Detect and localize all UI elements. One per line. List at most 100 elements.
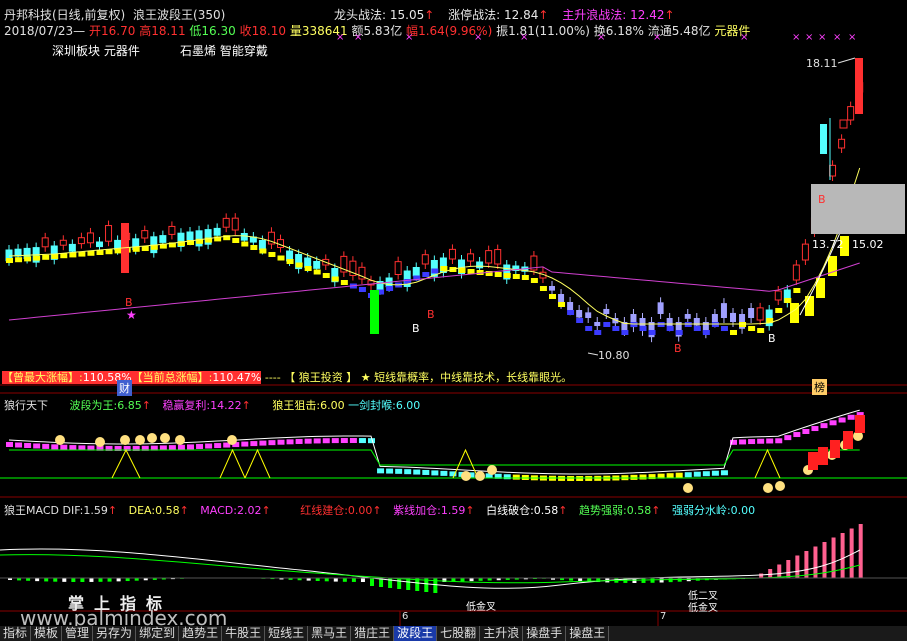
trend-block bbox=[585, 326, 593, 331]
signal-x-mark: × bbox=[805, 32, 813, 43]
candle-body bbox=[186, 231, 194, 241]
money-bag-icon bbox=[475, 471, 485, 481]
trend-block bbox=[440, 266, 448, 271]
high-marker: 18.11 bbox=[806, 57, 838, 70]
tab-12[interactable]: 主升浪 bbox=[480, 626, 524, 641]
tab-6[interactable]: 牛股王 bbox=[222, 626, 266, 641]
mid-triangle bbox=[754, 448, 781, 479]
candle-body bbox=[603, 308, 610, 314]
box-right-value: 15.02 bbox=[852, 238, 884, 251]
candle-body bbox=[240, 233, 248, 241]
tab-7[interactable]: 短线王 bbox=[265, 626, 309, 641]
mid-block bbox=[187, 444, 194, 450]
money-bag-icon bbox=[227, 435, 237, 445]
macd-bar bbox=[406, 578, 411, 590]
tab-4[interactable]: 绑定到 bbox=[136, 626, 180, 641]
mid-block bbox=[739, 439, 747, 445]
strong-label: 强弱分水岭: bbox=[671, 504, 731, 517]
trend-block bbox=[512, 274, 520, 279]
candle-body bbox=[847, 106, 855, 121]
money-bag-icon bbox=[95, 437, 105, 447]
tab-11[interactable]: 七股翻 bbox=[437, 626, 481, 641]
red-label: 红线建仓: bbox=[300, 504, 348, 517]
trend-block bbox=[730, 330, 737, 335]
mid-block bbox=[205, 443, 213, 449]
mid-block bbox=[395, 468, 403, 474]
candle-body bbox=[693, 318, 700, 326]
mid-block bbox=[820, 423, 828, 429]
candle-body bbox=[86, 232, 94, 244]
trend-block bbox=[87, 250, 95, 256]
candle-body bbox=[820, 124, 827, 154]
candle-body bbox=[756, 307, 764, 321]
trend-block bbox=[558, 302, 566, 307]
banner-cur-label: 【当前总涨幅】: bbox=[131, 371, 213, 384]
candle-body bbox=[549, 286, 555, 291]
s3-value: 6.00 bbox=[320, 399, 345, 412]
month-label-6: 6 bbox=[402, 611, 409, 622]
bang-badge[interactable]: 榜 bbox=[812, 379, 827, 395]
tab-2[interactable]: 管理 bbox=[62, 626, 94, 641]
trend-block bbox=[422, 272, 430, 277]
rise-block bbox=[805, 296, 814, 316]
trend-block bbox=[612, 326, 620, 331]
trend-block bbox=[96, 250, 104, 255]
trend-block bbox=[521, 275, 529, 280]
tab-10[interactable]: 波段王 bbox=[394, 626, 438, 641]
macd-bar bbox=[333, 578, 338, 582]
mid-block bbox=[177, 444, 185, 450]
mid-block bbox=[422, 469, 430, 475]
candle-body bbox=[159, 235, 167, 243]
s3-label: 狼王狙击: bbox=[272, 399, 321, 412]
s2-label: 稳赢复利: bbox=[162, 399, 211, 412]
candle-body bbox=[657, 302, 664, 314]
macd-bar bbox=[98, 578, 103, 582]
mid-block bbox=[675, 472, 683, 478]
mid-block bbox=[802, 429, 810, 435]
macd-bar bbox=[397, 578, 402, 589]
tab-9[interactable]: 猎庄王 bbox=[351, 626, 395, 641]
low-marker: 10.80 bbox=[598, 349, 630, 362]
trend-block bbox=[675, 330, 683, 335]
tab-13[interactable]: 操盘手 bbox=[523, 626, 567, 641]
performance-banner: 【曾最大涨幅】:110.58%【当前总涨幅】:110.47% ---- 【 狼王… bbox=[2, 369, 572, 385]
candle-body bbox=[485, 250, 493, 264]
rise-block bbox=[790, 303, 799, 323]
candle-body bbox=[421, 254, 429, 265]
candle-body bbox=[476, 261, 484, 269]
trend-block bbox=[576, 318, 584, 323]
candle-body bbox=[774, 290, 782, 301]
trend-block bbox=[530, 278, 538, 283]
tab-5[interactable]: 趋势王 bbox=[179, 626, 223, 641]
signal-x-mark: × bbox=[740, 32, 748, 43]
tab-14[interactable]: 操盘王 bbox=[566, 626, 610, 641]
candle-body bbox=[855, 58, 863, 114]
money-bag-icon bbox=[135, 435, 145, 445]
mid-block bbox=[358, 438, 366, 444]
candle-body bbox=[258, 240, 266, 250]
cai-badge[interactable]: 财 bbox=[117, 380, 132, 396]
trend-block bbox=[648, 330, 656, 335]
tab-8[interactable]: 黑马王 bbox=[308, 626, 352, 641]
mid-block bbox=[413, 469, 421, 475]
macd-dif-line bbox=[0, 548, 861, 589]
candle-body bbox=[41, 237, 49, 248]
trend-block bbox=[6, 258, 13, 263]
candle-body bbox=[412, 267, 420, 277]
signal-x-mark: × bbox=[848, 32, 856, 43]
trend-block bbox=[141, 246, 149, 251]
tab-1[interactable]: 模板 bbox=[31, 626, 63, 641]
banner-sep: ---- bbox=[264, 371, 281, 384]
signal-x-mark: × bbox=[354, 32, 362, 43]
mid-panel-header: 狼行天下 波段为王:6.85↑ 稳赢复利:14.22↑ 狼王狙击:6.00 一剑… bbox=[4, 399, 421, 412]
month-label-7: 7 bbox=[660, 611, 667, 622]
macd-panel-header: 狼王MACD DIF:1.59↑ DEA:0.58↑ MACD:2.02↑ 红线… bbox=[4, 504, 756, 517]
mid-block bbox=[847, 414, 855, 420]
trend-block bbox=[603, 322, 611, 327]
tab-3[interactable]: 另存为 bbox=[93, 626, 137, 641]
signal-x-mark: × bbox=[405, 32, 413, 43]
macd-bar bbox=[813, 546, 818, 578]
macd-bar bbox=[370, 578, 374, 586]
tab-0[interactable]: 指标 bbox=[0, 626, 32, 641]
money-bag-icon bbox=[120, 435, 130, 445]
